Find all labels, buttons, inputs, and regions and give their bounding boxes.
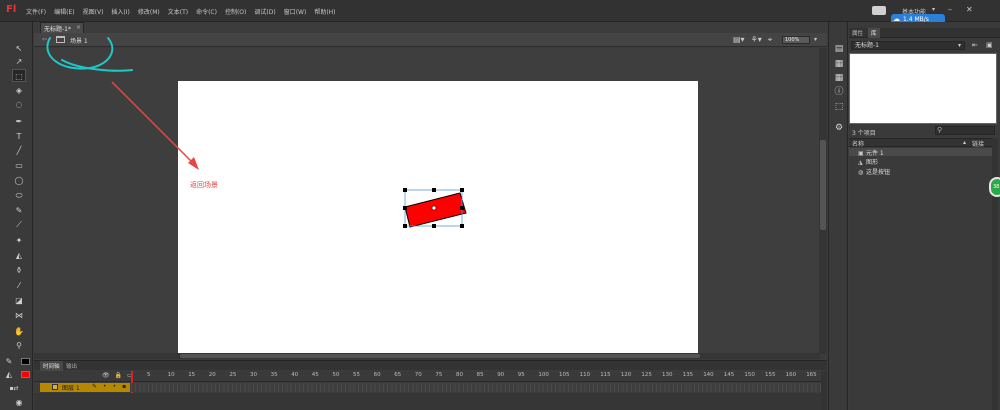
frame-number: 80 [456, 372, 463, 378]
list-item[interactable]: ◮ 图形 [858, 157, 878, 166]
frame-number: 20 [208, 372, 216, 378]
transform-handle-bc[interactable] [432, 224, 436, 228]
frame-number: 30 [250, 372, 257, 378]
timeline-vertical-scrollbar[interactable] [821, 371, 827, 410]
outline-box-icon[interactable]: ▪ [122, 383, 126, 390]
align-panel-icon[interactable]: ▤ [833, 43, 845, 55]
frame-number: 130 [662, 372, 673, 378]
frame-number: 65 [394, 372, 402, 378]
button-icon: ◍ [858, 169, 864, 176]
transform-handle-bl[interactable] [403, 224, 407, 228]
locked-dot-icon[interactable]: • [113, 383, 117, 390]
transform-handle-ml[interactable] [403, 206, 407, 210]
new-library-panel-icon[interactable]: ▣ [986, 41, 993, 49]
frame-ruler[interactable]: 5 10 15 20 25 30 35 40 45 50 55 60 65 70 75 80 85 90 95 100… [131, 372, 821, 381]
frame-number: 95 [517, 372, 525, 378]
frame-number: 150 [744, 372, 755, 378]
transform-handle-tl[interactable] [403, 188, 407, 192]
annotation-arrow-line [111, 81, 197, 167]
layer-frames[interactable] [131, 383, 821, 392]
rotated-rectangle-symbol[interactable] [404, 192, 467, 228]
frame-number: 10 [167, 372, 175, 378]
library-document-select[interactable]: 无标题-1 [851, 41, 965, 50]
frame-number: 35 [270, 372, 278, 378]
transform-center-point[interactable] [431, 205, 437, 211]
frame-number: 5 [147, 372, 151, 378]
movie-clip-icon: ▣ [858, 150, 864, 157]
frame-number: 75 [435, 372, 443, 378]
transform-handle-br[interactable] [460, 224, 464, 228]
frame-number: 135 [682, 372, 694, 378]
tab-output[interactable]: 输出 [66, 362, 77, 370]
search-icon: ⚲ [937, 126, 943, 134]
layer-name[interactable]: 图层 1 [62, 383, 80, 392]
frame-number: 55 [353, 372, 360, 378]
components-panel-icon[interactable]: ⚙ [833, 122, 845, 134]
frame-number: 115 [600, 372, 611, 378]
column-name-header[interactable]: 名称 [852, 139, 864, 148]
frame-number: 165 [806, 372, 817, 378]
floating-widget-badge-icon[interactable]: 38 [989, 177, 1000, 197]
frame-number: 90 [497, 372, 505, 378]
frame-number: 125 [641, 372, 652, 378]
color-panel-icon[interactable]: ▦ [833, 58, 845, 70]
frame-number: 100 [538, 372, 549, 378]
library-search-input[interactable] [935, 126, 995, 135]
frame-number: 40 [291, 372, 299, 378]
layer-icon [52, 384, 58, 390]
tab-properties[interactable]: 属性 [852, 29, 863, 37]
layer-state-icons: ✎ • • ▪ [92, 383, 126, 390]
visible-dot-icon[interactable]: • [103, 383, 107, 390]
graphic-icon: ◮ [858, 159, 863, 166]
eye-icon[interactable]: 👁 [102, 372, 110, 379]
frame-number: 160 [785, 372, 797, 378]
frame-number: 140 [703, 372, 714, 378]
tab-library[interactable]: 库 [868, 28, 880, 38]
lock-icon[interactable]: 🔒 [115, 372, 122, 379]
pencil-icon[interactable]: ✎ [92, 383, 97, 390]
transform-panel-icon[interactable]: ⬚ [833, 101, 845, 113]
frame-number: 70 [414, 372, 422, 378]
transform-handle-tc[interactable] [432, 188, 436, 192]
info-panel-icon[interactable]: ⓘ [833, 86, 845, 98]
frame-number: 60 [373, 372, 381, 378]
frame-number: 50 [332, 372, 340, 378]
frame-number: 105 [559, 372, 570, 378]
frame-number: 85 [476, 372, 484, 378]
swatches-panel-icon[interactable]: ▦ [833, 72, 845, 84]
pin-library-icon[interactable]: ⇤ [972, 41, 978, 49]
timeline-tab-strip [34, 360, 827, 370]
chevron-down-icon[interactable]: ▾ [958, 42, 961, 49]
frame-number: 110 [579, 372, 591, 378]
frame-number: 155 [765, 372, 776, 378]
transform-handle-tr[interactable] [460, 188, 464, 192]
tab-timeline[interactable]: 时间轴 [40, 361, 63, 371]
frame-number: 145 [723, 372, 735, 378]
layer-toggle-icons: 👁 🔒 ▭ [102, 372, 133, 379]
annotation-label: 返回场景 [190, 181, 218, 189]
list-item[interactable]: ▣ 元件 1 [858, 148, 884, 157]
transform-handle-mr[interactable] [460, 206, 464, 210]
frame-number: 120 [620, 372, 632, 378]
timeline-footer [34, 393, 827, 410]
library-item-count: 3 个项目 [852, 130, 876, 137]
frame-number: 25 [229, 372, 237, 378]
annotation-circle-mark [46, 37, 114, 70]
list-item[interactable]: ◍ 这是按钮 [858, 167, 890, 176]
column-link-header[interactable]: 链接 [972, 139, 984, 148]
frame-number: 45 [311, 372, 319, 378]
sort-arrow-icon[interactable]: ▴ [963, 139, 966, 146]
frame-number: 15 [188, 372, 196, 378]
library-preview [849, 53, 997, 124]
